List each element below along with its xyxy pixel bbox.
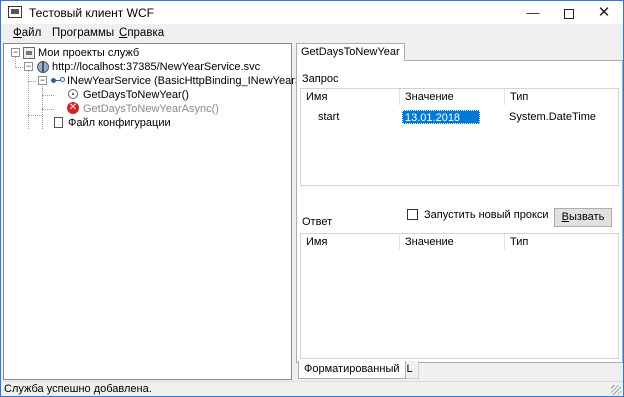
column-separator[interactable] [399,234,400,250]
operation-pane: GetDaysToNewYear Запрос Имя Значение Тип… [296,43,623,380]
column-separator[interactable] [399,89,400,105]
tree-item-contract[interactable]: INewYearService (BasicHttpBinding_INewYe… [67,74,335,88]
request-header: Запрос [302,73,339,85]
column-value[interactable]: Значение [405,91,454,103]
new-proxy-checkbox[interactable] [407,209,418,220]
tree-item-method-async[interactable]: GetDaysToNewYearAsync() [83,102,219,116]
collapse-endpoint-toggle[interactable]: − [24,62,33,71]
tree-connector [15,67,23,68]
collapse-root-toggle[interactable]: − [11,48,20,57]
close-button[interactable]: ✕ [589,1,619,24]
param-type: System.DateTime [509,111,597,123]
tree-item-endpoint[interactable]: http://localhost:37385/NewYearService.sv… [52,60,260,74]
tree-connector [28,81,36,82]
request-grid[interactable]: Имя Значение Тип start 13.01.2018 15:09 … [300,88,619,186]
maximize-icon [564,8,574,19]
menu-help[interactable]: Справка [119,27,164,39]
title-bar: Тестовый клиент WCF — ✕ [1,1,623,24]
maximize-button[interactable] [554,1,584,24]
tree-connector [42,109,54,110]
request-grid-header: Имя Значение Тип [301,89,618,105]
window-title: Тестовый клиент WCF [29,6,154,20]
new-proxy-label[interactable]: Запустить новый прокси [424,209,549,221]
interface-icon [51,74,66,86]
menu-bar: Файл Программы Справка [1,24,623,44]
tab-formatted[interactable]: Форматированный [298,361,406,379]
tree-connector [28,82,29,129]
tab-get-days-to-new-year[interactable]: GetDaysToNewYear [296,43,405,61]
file-icon [54,117,63,128]
tree-item-method[interactable]: GetDaysToNewYear() [83,88,189,102]
status-text: Служба успешно добавлена. [4,383,152,395]
column-value[interactable]: Значение [405,236,454,248]
tree-connector [28,115,42,116]
response-grid[interactable]: Имя Значение Тип [300,233,619,359]
operation-tab-body: Запрос Имя Значение Тип start 13.01.2018… [296,60,623,363]
close-icon: ✕ [597,4,611,21]
method-icon [68,89,78,99]
tree-connector [42,95,54,96]
column-separator[interactable] [504,89,505,105]
error-icon: ✕ [67,102,79,114]
tree-item-root[interactable]: Мои проекты служб [38,46,139,60]
column-name[interactable]: Имя [306,236,327,248]
menu-programs[interactable]: Программы [52,27,114,39]
response-header: Ответ [302,216,333,228]
collapse-contract-toggle[interactable]: − [38,76,47,85]
invoke-button[interactable]: Вызвать [554,208,612,227]
tree-item-config[interactable]: Файл конфигурации [68,116,171,130]
main-window: Тестовый клиент WCF — ✕ Файл Программы С… [0,0,624,397]
tree-connector [42,82,43,129]
projects-icon [23,47,35,59]
resize-grip-icon[interactable] [611,385,621,395]
response-grid-header: Имя Значение Тип [301,234,618,250]
app-icon [8,6,22,18]
column-type[interactable]: Тип [510,236,528,248]
status-bar: Служба успешно добавлена. [1,381,623,396]
column-separator[interactable] [504,234,505,250]
service-tree[interactable]: − Мои проекты служб − http://localhost:3… [3,43,335,380]
minimize-icon: — [526,5,540,20]
column-name[interactable]: Имя [306,91,327,103]
param-name: start [318,111,340,123]
menu-file[interactable]: Файл [13,27,41,39]
minimize-button[interactable]: — [518,1,548,24]
column-type[interactable]: Тип [510,91,528,103]
param-value-field[interactable]: 13.01.2018 15:09 [402,110,480,138]
globe-icon [37,61,49,73]
